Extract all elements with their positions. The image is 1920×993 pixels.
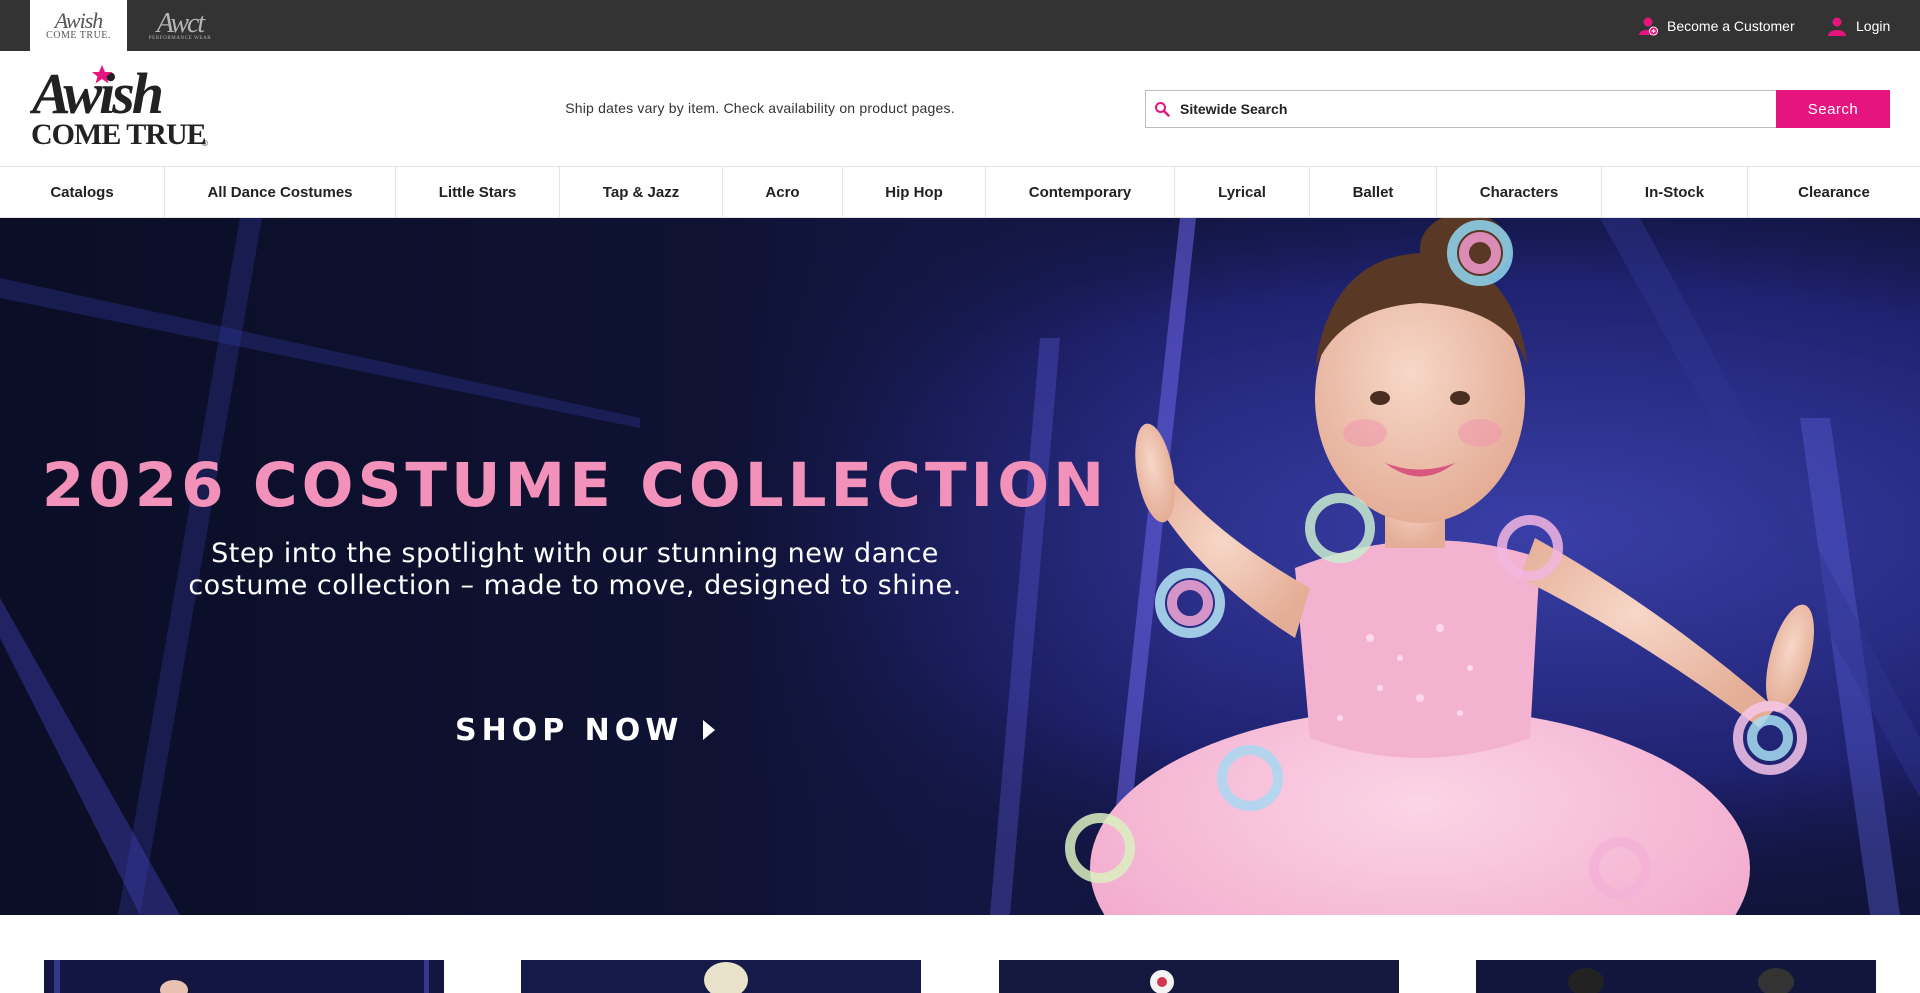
brand-tab-awish-come-true[interactable]: Awish COME TRUE. — [30, 0, 127, 51]
become-customer-link[interactable]: Become a Customer — [1637, 0, 1795, 51]
mini-logo-line1: Awct — [156, 8, 205, 39]
nav-item-clearance[interactable]: Clearance — [1748, 167, 1920, 217]
nav-item-contemporary[interactable]: Contemporary — [986, 167, 1175, 217]
product-card[interactable] — [44, 960, 444, 993]
nav-item-acro[interactable]: Acro — [723, 167, 843, 217]
nav-item-in-stock[interactable]: In-Stock — [1602, 167, 1748, 217]
mini-logo-line2: PERFORMANCE WEAR — [148, 36, 212, 41]
become-customer-label: Become a Customer — [1667, 17, 1795, 34]
nav-item-ballet[interactable]: Ballet — [1310, 167, 1437, 217]
nav-item-catalogs[interactable]: Catalogs — [0, 167, 165, 217]
mini-logo-line2: COME TRUE. — [46, 30, 111, 41]
featured-products-row — [0, 915, 1920, 993]
product-image — [1476, 960, 1876, 993]
brand-tab-awct-performance-wear[interactable]: Awct PERFORMANCE WEAR — [130, 0, 230, 51]
product-image — [999, 960, 1399, 993]
svg-text:®: ® — [202, 139, 208, 148]
nav-item-all-dance-costumes[interactable]: All Dance Costumes — [165, 167, 396, 217]
add-user-icon — [1639, 17, 1658, 35]
login-label: Login — [1856, 17, 1891, 34]
site-header: Awish COME TRUE ® Ship dates vary by ite… — [0, 51, 1920, 167]
awish-come-true-logo: Awish COME TRUE ® — [30, 63, 208, 149]
nav-item-little-stars[interactable]: Little Stars — [396, 167, 560, 217]
mini-logo-line1: Awish — [54, 8, 104, 33]
main-category-nav: Catalogs All Dance Costumes Little Stars… — [0, 167, 1920, 218]
search-input[interactable] — [1180, 91, 1776, 127]
product-card[interactable] — [521, 960, 921, 993]
product-card[interactable] — [999, 960, 1399, 993]
hero-banner[interactable]: 2026 COSTUME COLLECTION Step into the sp… — [0, 218, 1920, 915]
login-link[interactable]: Login — [1826, 0, 1890, 51]
nav-item-lyrical[interactable]: Lyrical — [1175, 167, 1310, 217]
top-utility-bar: Awish COME TRUE. Awct PERFORMANCE WEAR B… — [0, 0, 1920, 51]
play-arrow-icon — [703, 720, 716, 740]
nav-item-characters[interactable]: Characters — [1437, 167, 1602, 217]
product-card[interactable] — [1476, 960, 1876, 993]
dancer-photo — [1065, 218, 1814, 915]
svg-text:COME TRUE: COME TRUE — [31, 118, 206, 149]
awish-come-true-mini-logo: Awish COME TRUE. — [46, 10, 111, 41]
awct-mini-logo: Awct PERFORMANCE WEAR — [148, 8, 212, 42]
nav-item-hip-hop[interactable]: Hip Hop — [843, 167, 986, 217]
ship-dates-note: Ship dates vary by item. Check availabil… — [565, 100, 955, 116]
shop-now-label: SHOP NOW — [455, 712, 684, 748]
search-button[interactable]: Search — [1776, 90, 1890, 128]
product-image — [44, 960, 444, 993]
shop-now-button[interactable]: SHOP NOW — [455, 700, 716, 760]
nav-item-tap-jazz[interactable]: Tap & Jazz — [560, 167, 723, 217]
user-icon — [1828, 17, 1846, 36]
hero-title: 2026 COSTUME COLLECTION — [41, 450, 1109, 521]
hero-subtitle: Step into the spotlight with our stunnin… — [188, 538, 962, 601]
sitewide-search-box[interactable] — [1145, 90, 1777, 128]
product-image — [521, 960, 921, 993]
search-icon — [1155, 102, 1170, 117]
